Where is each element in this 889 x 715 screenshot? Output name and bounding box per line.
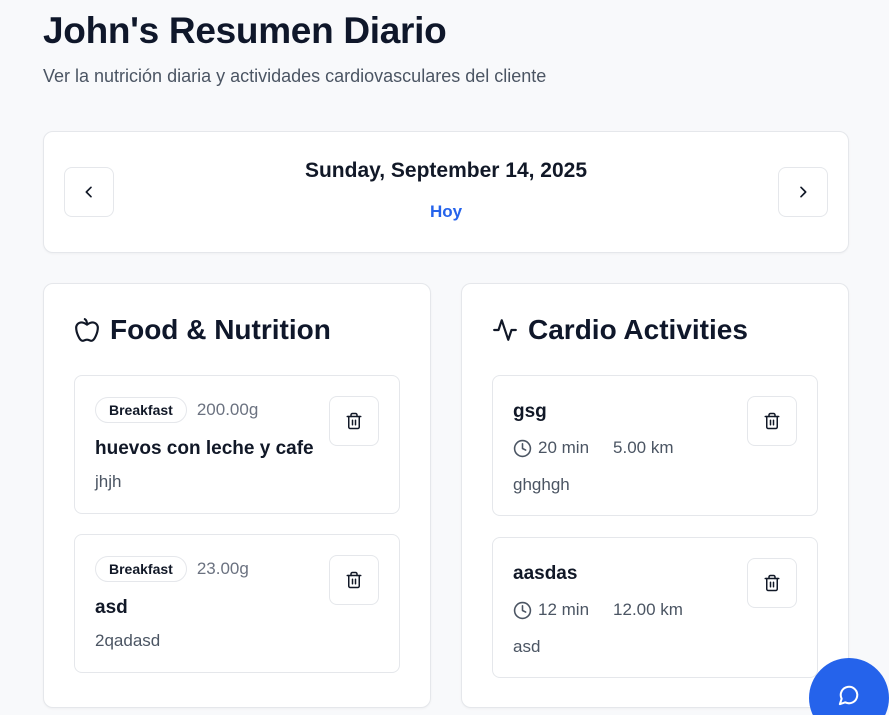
clock-icon xyxy=(513,601,532,619)
cardio-activities-panel: Cardio Activities gsg 20 min 5.00 km ghg… xyxy=(461,283,849,708)
food-entry: Breakfast 23.00g asd 2qadasd xyxy=(74,534,400,673)
meal-type-badge: Breakfast xyxy=(95,397,187,423)
chevron-right-icon xyxy=(800,186,807,198)
food-notes: jhjh xyxy=(95,472,122,491)
clock-icon xyxy=(513,439,532,457)
food-name: asd xyxy=(95,597,128,618)
chevron-left-icon xyxy=(85,186,92,198)
food-panel-title: Food & Nutrition xyxy=(110,314,331,345)
page-subtitle: Ver la nutrición diaria y actividades ca… xyxy=(43,66,547,86)
cardio-entry: aasdas 12 min 12.00 km asd xyxy=(492,537,818,678)
activity-icon xyxy=(493,319,517,341)
today-button[interactable]: Hoy xyxy=(44,202,848,222)
cardio-distance: 5.00 km xyxy=(613,438,674,457)
food-nutrition-panel: Food & Nutrition Breakfast 200.00g huevo… xyxy=(43,283,431,708)
cardio-entry: gsg 20 min 5.00 km ghghgh xyxy=(492,375,818,516)
cardio-notes: ghghgh xyxy=(513,475,570,494)
cardio-name: gsg xyxy=(513,401,547,422)
date-navigator: Sunday, September 14, 2025 Hoy xyxy=(43,131,849,253)
chat-bubble-icon xyxy=(838,685,859,706)
next-day-button[interactable] xyxy=(778,167,828,217)
apple-icon xyxy=(75,318,99,342)
delete-cardio-button[interactable] xyxy=(747,558,797,608)
cardio-panel-title: Cardio Activities xyxy=(528,314,748,345)
delete-cardio-button[interactable] xyxy=(747,396,797,446)
food-entry-meta: Breakfast 200.00g xyxy=(95,397,258,423)
food-name: huevos con leche y cafe xyxy=(95,438,314,459)
delete-food-button[interactable] xyxy=(329,555,379,605)
current-date: Sunday, September 14, 2025 xyxy=(304,159,588,182)
cardio-distance: 12.00 km xyxy=(613,600,683,619)
cardio-duration: 20 min xyxy=(538,438,590,457)
trash-icon xyxy=(764,574,780,592)
cardio-duration: 12 min xyxy=(538,600,590,619)
food-entry-meta: Breakfast 23.00g xyxy=(95,556,249,582)
food-panel-header: Food & Nutrition xyxy=(74,314,331,346)
food-weight: 200.00g xyxy=(196,400,259,419)
cardio-stats: 12 min 12.00 km xyxy=(513,600,683,620)
cardio-name: aasdas xyxy=(513,563,578,584)
food-weight: 23.00g xyxy=(196,559,249,578)
page-title: John's Resumen Diario xyxy=(43,10,447,51)
cardio-stats: 20 min 5.00 km xyxy=(513,438,674,458)
cardio-notes: asd xyxy=(513,637,541,656)
meal-type-badge: Breakfast xyxy=(95,556,187,582)
trash-icon xyxy=(346,571,362,589)
delete-food-button[interactable] xyxy=(329,396,379,446)
food-notes: 2qadasd xyxy=(95,631,161,650)
trash-icon xyxy=(764,412,780,430)
food-entry: Breakfast 200.00g huevos con leche y caf… xyxy=(74,375,400,514)
daily-summary-page: John's Resumen Diario Ver la nutrición d… xyxy=(0,0,889,715)
cardio-panel-header: Cardio Activities xyxy=(492,314,748,346)
trash-icon xyxy=(346,412,362,430)
